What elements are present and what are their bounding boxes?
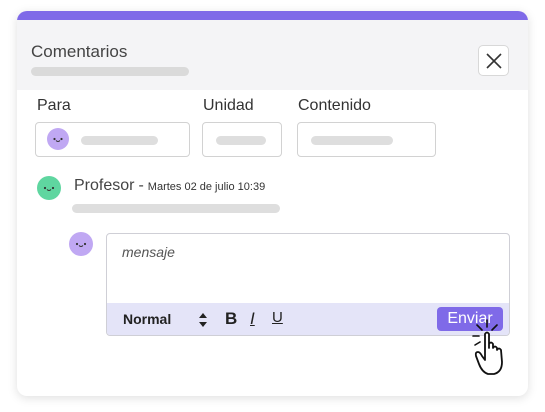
unit-value-placeholder bbox=[216, 136, 266, 145]
to-value-placeholder bbox=[81, 136, 158, 145]
comment-date: Martes 02 de julio 10:39 bbox=[147, 181, 266, 193]
close-icon bbox=[486, 53, 502, 69]
unit-label: Unidad bbox=[203, 97, 254, 114]
comments-card: Comentarios Para Unidad Contenido Profes… bbox=[17, 11, 528, 396]
comment-author-line: Profesor - Martes 02 de julio 10:39 bbox=[74, 177, 265, 195]
text-style-select[interactable]: Normal bbox=[123, 311, 171, 327]
smiley-face-icon bbox=[53, 137, 63, 142]
content-value-placeholder bbox=[311, 136, 393, 145]
accent-top-bar bbox=[17, 11, 528, 20]
title-subtitle-placeholder bbox=[31, 67, 189, 76]
content-label: Contenido bbox=[298, 97, 371, 114]
underline-button[interactable]: U bbox=[272, 309, 283, 326]
content-field[interactable] bbox=[297, 122, 436, 157]
hand-pointer-icon bbox=[472, 319, 503, 375]
editor-toolbar: Normal B I U Enviar bbox=[107, 303, 509, 335]
bold-button[interactable]: B bbox=[225, 309, 237, 329]
card-title: Comentarios bbox=[31, 42, 128, 61]
comment-author: Profesor bbox=[74, 177, 135, 194]
to-field[interactable] bbox=[35, 122, 190, 157]
to-label: Para bbox=[37, 97, 71, 114]
italic-button[interactable]: I bbox=[250, 309, 255, 329]
select-arrows-icon[interactable] bbox=[198, 312, 208, 328]
card-header: Comentarios bbox=[17, 20, 528, 90]
smiley-face-icon bbox=[75, 242, 87, 247]
close-button[interactable] bbox=[478, 45, 509, 76]
recipient-avatar bbox=[47, 128, 69, 150]
unit-field[interactable] bbox=[202, 122, 282, 157]
smiley-face-icon bbox=[43, 186, 55, 191]
teacher-avatar bbox=[37, 176, 61, 200]
author-separator: - bbox=[138, 177, 144, 194]
message-placeholder[interactable]: mensaje bbox=[122, 244, 175, 260]
comment-text-placeholder bbox=[72, 204, 280, 213]
reply-avatar bbox=[69, 232, 93, 256]
reply-editor[interactable]: mensaje Normal B I U Enviar bbox=[106, 233, 510, 336]
